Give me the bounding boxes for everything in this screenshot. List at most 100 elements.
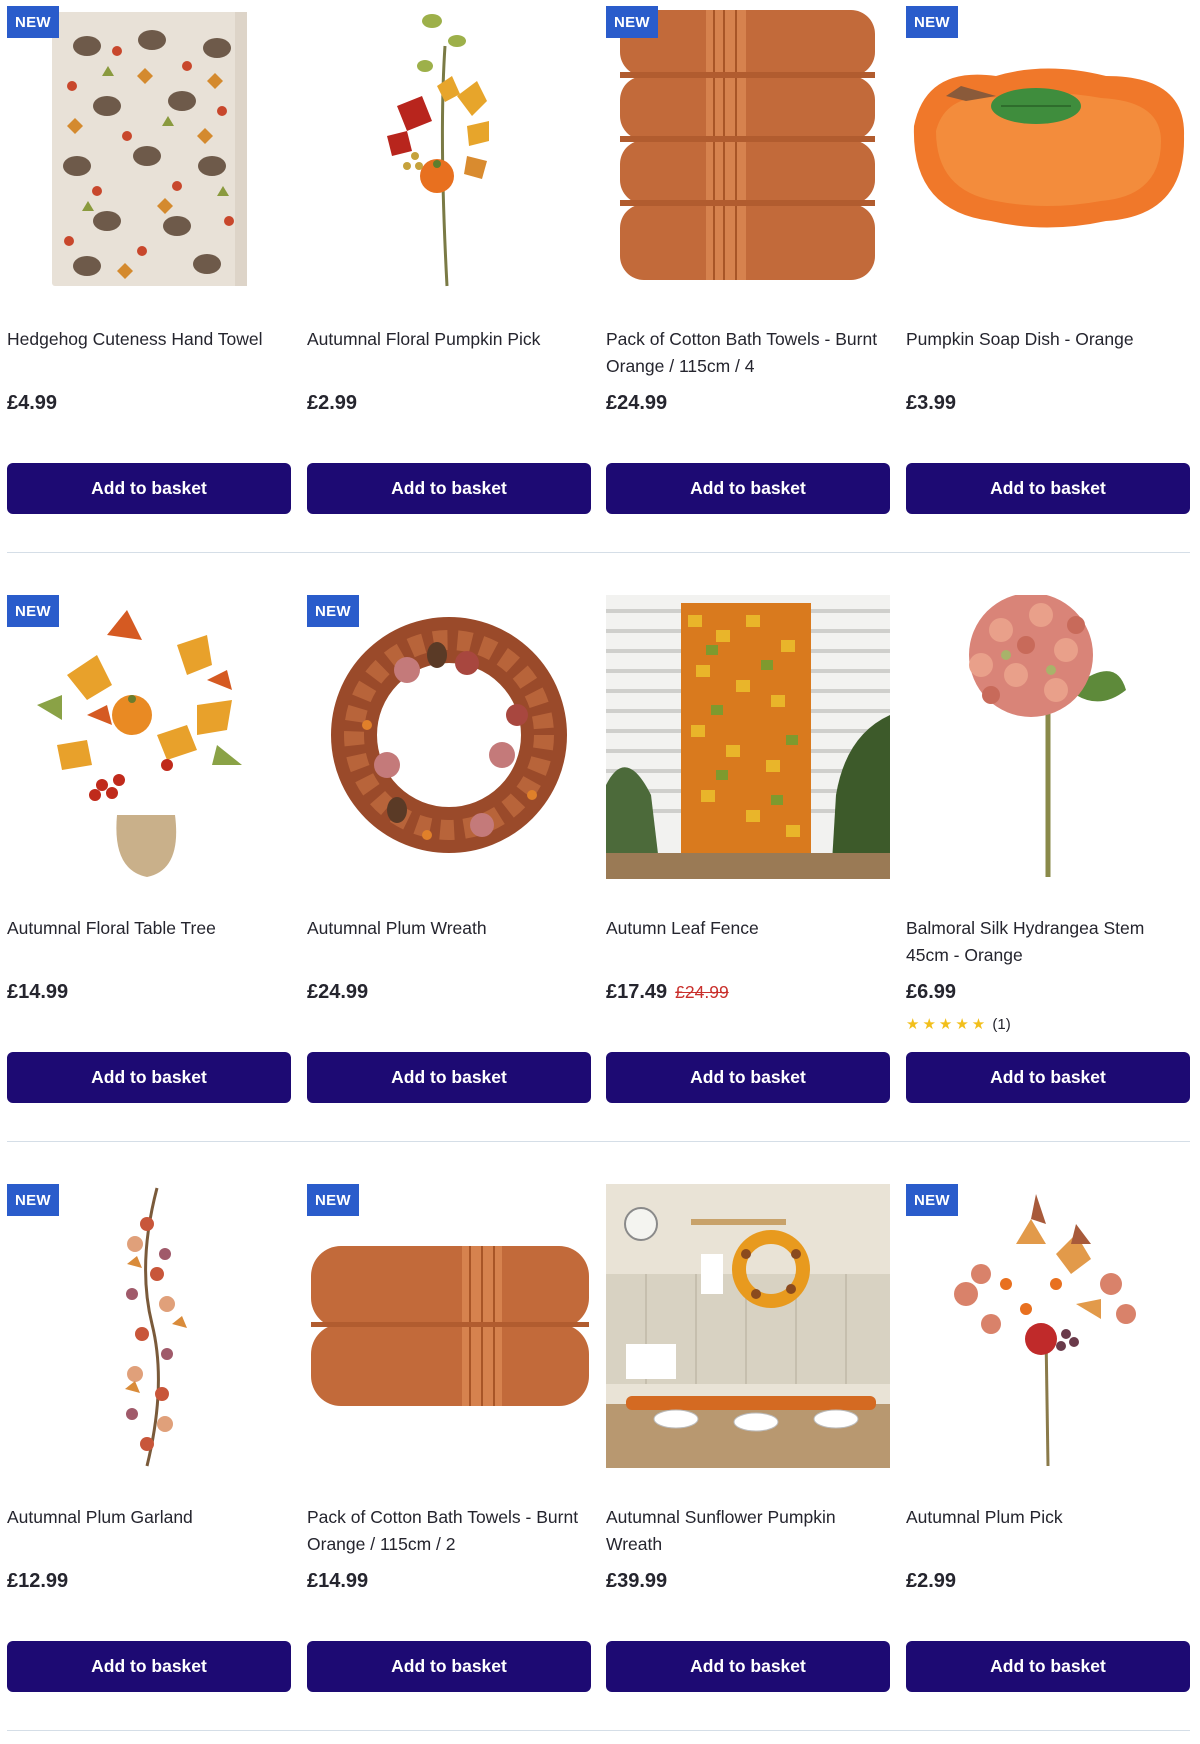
product-card[interactable]: NEW Autumnal Plum Garland £12.99 Add to … [7, 1184, 291, 1739]
add-to-basket-button[interactable]: Add to basket [606, 463, 890, 514]
product-title[interactable]: Autumn Leaf Fence [606, 915, 890, 942]
product-image[interactable] [307, 6, 591, 290]
product-card[interactable]: Balmoral Silk Hydrangea Stem 45cm - Oran… [906, 595, 1190, 1150]
product-card[interactable]: Autumnal Sunflower Pumpkin Wreath £39.99… [606, 1184, 890, 1739]
was-price: £24.99 [675, 982, 729, 1002]
sunflower-wreath-scene-image [606, 1184, 890, 1468]
product-price: £24.99 [307, 979, 368, 1005]
price-value: £14.99 [7, 981, 69, 1003]
product-price: £17.49 £24.99 [606, 979, 729, 1005]
leaf-fence-image [606, 595, 890, 879]
floral-table-tree-image [7, 595, 291, 879]
product-title[interactable]: Autumnal Plum Pick [906, 1504, 1190, 1531]
price-value: £4.99 [7, 392, 58, 414]
product-price: £2.99 [307, 390, 357, 416]
product-card[interactable]: NEW Pumpkin Soap Dish - Orange £3.99 Add… [906, 6, 1190, 561]
towel-stack-4-image [606, 6, 890, 290]
row-divider [7, 552, 1190, 553]
add-to-basket-button[interactable]: Add to basket [307, 1641, 591, 1692]
floral-pumpkin-pick-image [307, 6, 591, 290]
product-image[interactable] [7, 595, 291, 879]
product-card[interactable]: NEW Autumnal Plum Wreath £24.99 Add to b… [307, 595, 591, 1150]
product-card[interactable]: Autumnal Floral Pumpkin Pick £2.99 Add t… [307, 6, 591, 561]
product-price: £12.99 [7, 1568, 68, 1594]
product-rating[interactable]: ★★★★★ (1) [906, 1015, 1011, 1035]
add-to-basket-button[interactable]: Add to basket [906, 1641, 1190, 1692]
add-to-basket-button[interactable]: Add to basket [606, 1641, 890, 1692]
pumpkin-soap-dish-image [906, 6, 1190, 290]
product-card[interactable]: NEW Pack of Cotton Bath Towels - Burnt O… [606, 6, 890, 561]
product-price: £39.99 [606, 1568, 667, 1594]
product-card[interactable]: NEW Autumnal Floral Table Tree £14.99 Ad… [7, 595, 291, 1150]
review-count: (1) [992, 1016, 1011, 1033]
plum-pick-image [906, 1184, 1190, 1468]
product-image[interactable] [606, 1184, 890, 1468]
product-title[interactable]: Autumnal Plum Wreath [307, 915, 591, 942]
product-price: £14.99 [307, 1568, 368, 1594]
product-price: £24.99 [606, 390, 667, 416]
new-badge: NEW [906, 1184, 958, 1216]
hedgehog-towel-image [7, 6, 291, 290]
add-to-basket-button[interactable]: Add to basket [906, 463, 1190, 514]
new-badge: NEW [7, 1184, 59, 1216]
star-rating-icon: ★★★★★ [906, 1016, 989, 1033]
product-image[interactable] [307, 1184, 591, 1468]
product-card[interactable]: Autumn Leaf Fence £17.49 £24.99 Add to ba… [606, 595, 890, 1150]
product-image[interactable] [906, 1184, 1190, 1468]
product-card[interactable]: NEW Hedgehog Cuteness Hand Towel £4.99 A… [7, 6, 291, 561]
price-value: £12.99 [7, 1570, 69, 1592]
plum-wreath-image [307, 595, 591, 879]
add-to-basket-button[interactable]: Add to basket [906, 1052, 1190, 1103]
product-title[interactable]: Hedgehog Cuteness Hand Towel [7, 326, 291, 353]
product-image[interactable] [7, 1184, 291, 1468]
product-title[interactable]: Balmoral Silk Hydrangea Stem 45cm - Oran… [906, 915, 1190, 969]
product-card[interactable]: NEW Pack of Cotton Bath Towels - Burnt O… [307, 1184, 591, 1739]
product-title[interactable]: Autumnal Sunflower Pumpkin Wreath [606, 1504, 890, 1558]
hydrangea-stem-image [906, 595, 1190, 879]
new-badge: NEW [307, 1184, 359, 1216]
price-value: £24.99 [307, 981, 369, 1003]
new-badge: NEW [7, 595, 59, 627]
product-image[interactable] [307, 595, 591, 879]
product-image[interactable] [606, 6, 890, 290]
product-row: NEW Autumnal Plum Garland £12.99 Add to … [7, 1184, 1190, 1739]
new-badge: NEW [906, 6, 958, 38]
price-value: £14.99 [307, 1570, 369, 1592]
product-image[interactable] [7, 6, 291, 290]
add-to-basket-button[interactable]: Add to basket [7, 463, 291, 514]
product-title[interactable]: Pack of Cotton Bath Towels - Burnt Orang… [606, 326, 890, 380]
product-title[interactable]: Pack of Cotton Bath Towels - Burnt Orang… [307, 1504, 591, 1558]
price-value: £24.99 [606, 392, 668, 414]
price-value: £6.99 [906, 981, 957, 1003]
product-title[interactable]: Autumnal Floral Table Tree [7, 915, 291, 942]
product-row: NEW Hedgehog Cuteness Hand Towel £4.99 A… [7, 6, 1190, 561]
new-badge: NEW [307, 595, 359, 627]
product-title[interactable]: Autumnal Plum Garland [7, 1504, 291, 1531]
product-title[interactable]: Pumpkin Soap Dish - Orange [906, 326, 1190, 353]
price-value: £2.99 [307, 392, 358, 414]
product-title[interactable]: Autumnal Floral Pumpkin Pick [307, 326, 591, 353]
product-image[interactable] [906, 6, 1190, 290]
add-to-basket-button[interactable]: Add to basket [7, 1052, 291, 1103]
add-to-basket-button[interactable]: Add to basket [7, 1641, 291, 1692]
product-row: NEW Autumnal Floral Table Tree £14.99 Ad… [7, 595, 1190, 1150]
price-value: £39.99 [606, 1570, 668, 1592]
add-to-basket-button[interactable]: Add to basket [307, 463, 591, 514]
product-image[interactable] [606, 595, 890, 879]
new-badge: NEW [7, 6, 59, 38]
product-price: £4.99 [7, 390, 57, 416]
price-value: £3.99 [906, 392, 957, 414]
product-price: £3.99 [906, 390, 956, 416]
price-value: £2.99 [906, 1570, 957, 1592]
plum-garland-image [7, 1184, 291, 1468]
price-value: £17.49 [606, 981, 668, 1003]
row-divider [7, 1730, 1190, 1731]
towel-stack-2-image [307, 1184, 591, 1468]
product-price: £2.99 [906, 1568, 956, 1594]
product-card[interactable]: NEW Autumnal Plum Pick £2.99 Add to bask… [906, 1184, 1190, 1739]
add-to-basket-button[interactable]: Add to basket [606, 1052, 890, 1103]
product-image[interactable] [906, 595, 1190, 879]
product-price: £14.99 [7, 979, 68, 1005]
new-badge: NEW [606, 6, 658, 38]
add-to-basket-button[interactable]: Add to basket [307, 1052, 591, 1103]
